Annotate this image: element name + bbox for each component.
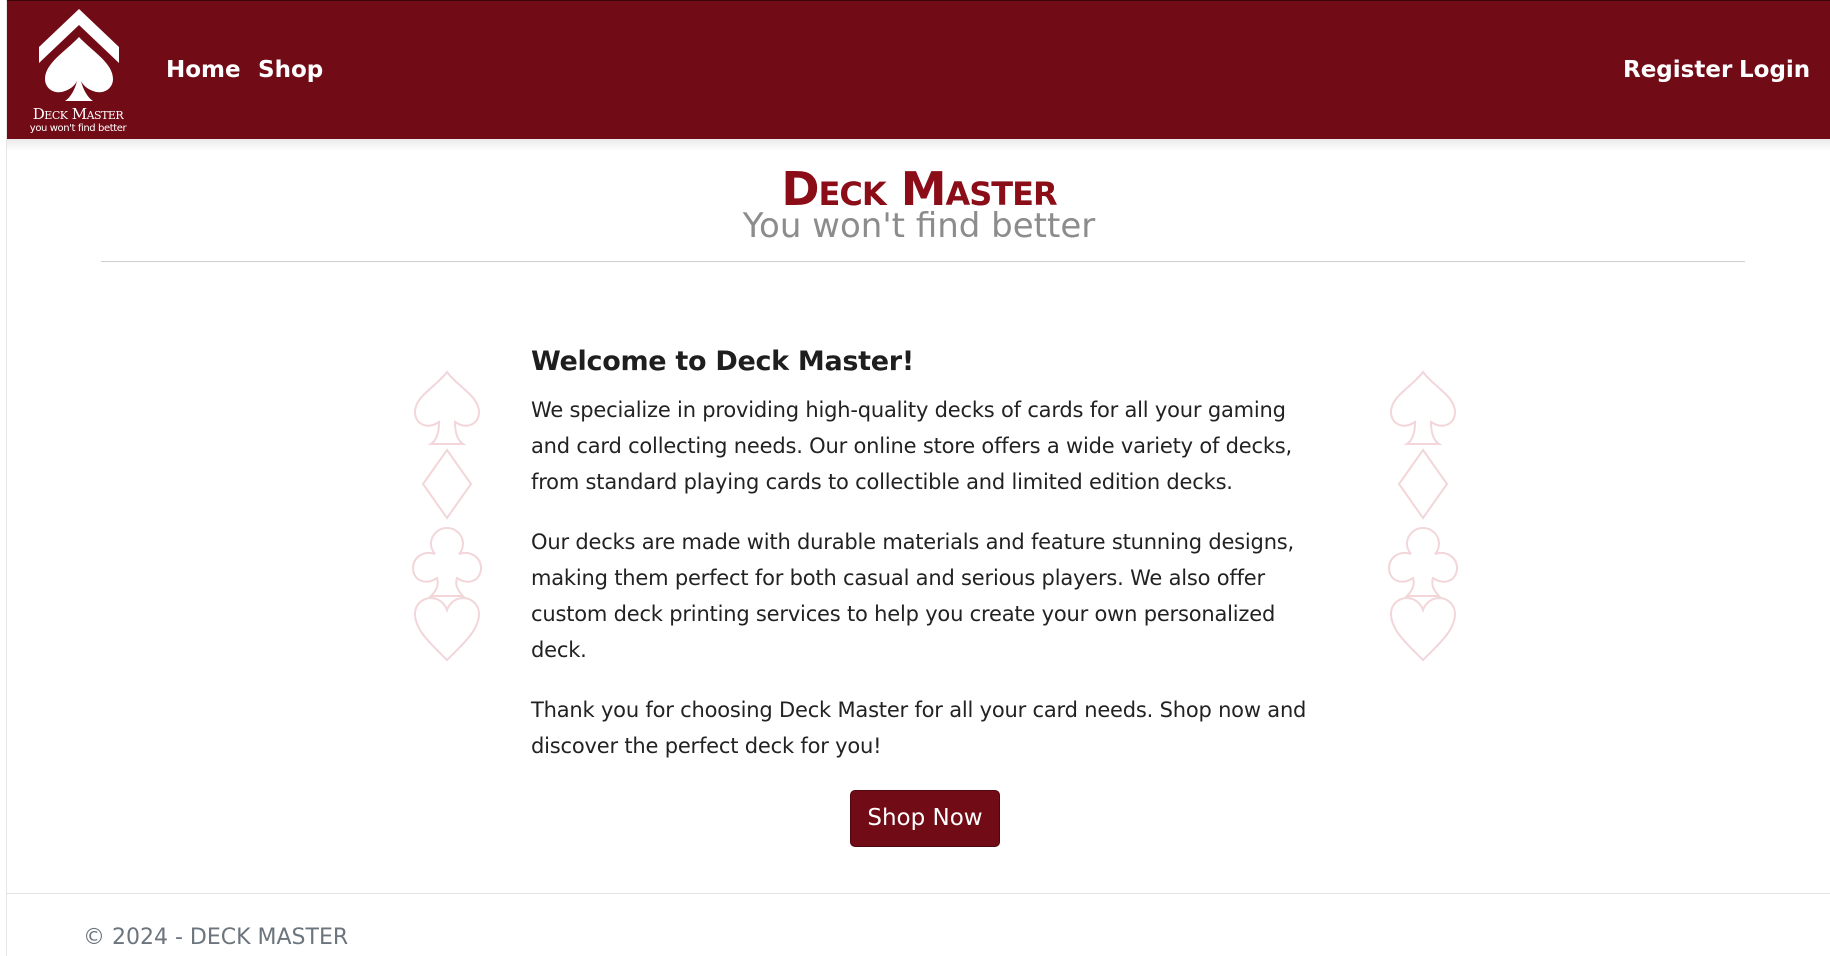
welcome-heading: Welcome to Deck Master!	[531, 346, 914, 377]
header-divider	[101, 261, 1745, 262]
brand-tagline: you won't find better	[29, 123, 127, 134]
club-icon	[1387, 526, 1459, 597]
diamond-icon	[421, 448, 473, 520]
nav-link-login[interactable]: Login	[1739, 57, 1810, 83]
spade-icon	[413, 370, 481, 445]
page-tagline: You won't find better	[742, 206, 1096, 246]
diamond-icon	[1397, 448, 1449, 520]
nav-link-home[interactable]: Home	[166, 57, 241, 83]
heart-icon	[1389, 596, 1457, 662]
brand-logo-link[interactable]: Deck Master you won't find better	[17, 7, 139, 135]
brand-name: Deck Master	[32, 105, 124, 123]
shop-now-button[interactable]: Shop Now	[850, 790, 1000, 847]
welcome-section: Welcome to Deck Master! We specialize in…	[531, 342, 1321, 788]
heart-icon	[413, 596, 481, 662]
navbar-shadow	[7, 139, 1830, 151]
nav-link-shop[interactable]: Shop	[258, 57, 323, 83]
footer-copyright: © 2024 - DECK MASTER	[83, 925, 349, 950]
page: Deck Master you won't find better Home S…	[6, 0, 1830, 956]
spade-icon	[1389, 370, 1457, 445]
intro-paragraph: We specialize in providing high-quality …	[531, 398, 1293, 494]
thanks-paragraph: Thank you for choosing Deck Master for a…	[531, 698, 1307, 758]
club-icon	[411, 526, 483, 597]
spade-logo-icon	[39, 9, 119, 101]
materials-paragraph: Our decks are made with durable material…	[531, 530, 1295, 662]
top-navbar: Deck Master you won't find better Home S…	[7, 0, 1830, 139]
suit-decoration-left	[411, 368, 491, 668]
footer-divider	[7, 893, 1830, 894]
nav-link-register[interactable]: Register	[1623, 57, 1732, 83]
suit-decoration-right	[1387, 368, 1467, 668]
